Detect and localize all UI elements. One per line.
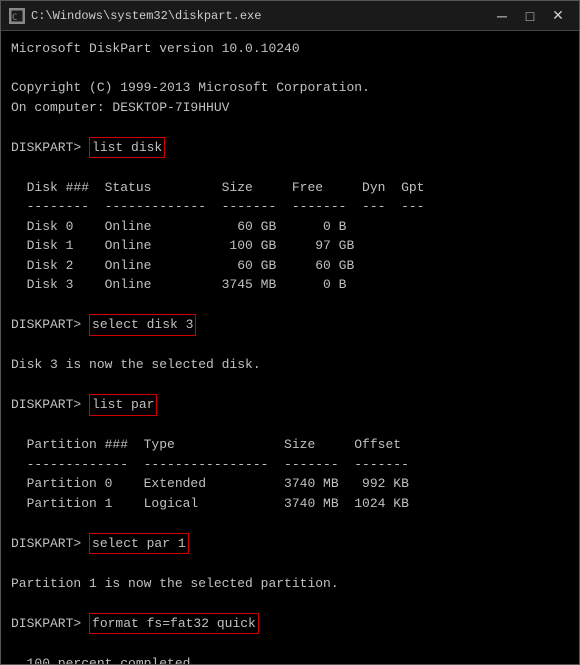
par-sep: ------------- ---------------- ------- -… [11, 455, 569, 475]
disk-header: Disk ### Status Size Free Dyn Gpt [11, 178, 569, 198]
blank-8 [11, 513, 569, 533]
blank-4 [11, 295, 569, 315]
par-0: Partition 0 Extended 3740 MB 992 KB [11, 474, 569, 494]
command-select-disk3: select disk 3 [89, 314, 196, 336]
disk-1: Disk 1 Online 100 GB 97 GB [11, 236, 569, 256]
disk-0: Disk 0 Online 60 GB 0 B [11, 217, 569, 237]
command-list-par: list par [89, 394, 157, 416]
select-par1-output: Partition 1 is now the selected partitio… [11, 574, 569, 594]
titlebar-left: C C:\Windows\system32\diskpart.exe [9, 8, 261, 24]
disk-sep: -------- ------------- ------- ------- -… [11, 197, 569, 217]
computer-line: On computer: DESKTOP-7I9HHUV [11, 98, 569, 118]
prompt-list-par: DISKPART> list par [11, 394, 569, 416]
command-select-par1: select par 1 [89, 533, 189, 555]
par-1: Partition 1 Logical 3740 MB 1024 KB [11, 494, 569, 514]
blank-1 [11, 59, 569, 79]
blank-2 [11, 117, 569, 137]
blank-9 [11, 554, 569, 574]
blank-10 [11, 593, 569, 613]
blank-7 [11, 416, 569, 436]
select-disk3-output: Disk 3 is now the selected disk. [11, 355, 569, 375]
copyright-line: Copyright (C) 1999-2013 Microsoft Corpor… [11, 78, 569, 98]
titlebar: C C:\Windows\system32\diskpart.exe ─ □ ✕ [1, 1, 579, 31]
par-header: Partition ### Type Size Offset [11, 435, 569, 455]
prompt-select-par1: DISKPART> select par 1 [11, 533, 569, 555]
blank-3 [11, 158, 569, 178]
intro-line-1: Microsoft DiskPart version 10.0.10240 [11, 39, 569, 59]
blank-5 [11, 336, 569, 356]
window-title: C:\Windows\system32\diskpart.exe [31, 9, 261, 23]
window: C C:\Windows\system32\diskpart.exe ─ □ ✕… [0, 0, 580, 665]
blank-6 [11, 375, 569, 395]
prompt-format: DISKPART> format fs=fat32 quick [11, 613, 569, 635]
disk-3: Disk 3 Online 3745 MB 0 B [11, 275, 569, 295]
terminal-body: Microsoft DiskPart version 10.0.10240 Co… [1, 31, 579, 664]
app-icon: C [9, 8, 25, 24]
blank-11 [11, 634, 569, 654]
maximize-button[interactable]: □ [517, 6, 543, 26]
svg-text:C: C [12, 13, 17, 23]
command-list-disk: list disk [89, 137, 165, 159]
disk-2: Disk 2 Online 60 GB 60 GB [11, 256, 569, 276]
close-button[interactable]: ✕ [545, 6, 571, 26]
titlebar-controls: ─ □ ✕ [489, 6, 571, 26]
minimize-button[interactable]: ─ [489, 6, 515, 26]
format-progress: 100 percent completed [11, 654, 569, 665]
command-format: format fs=fat32 quick [89, 613, 259, 635]
prompt-list-disk: DISKPART> list disk [11, 137, 569, 159]
prompt-select-disk3: DISKPART> select disk 3 [11, 314, 569, 336]
